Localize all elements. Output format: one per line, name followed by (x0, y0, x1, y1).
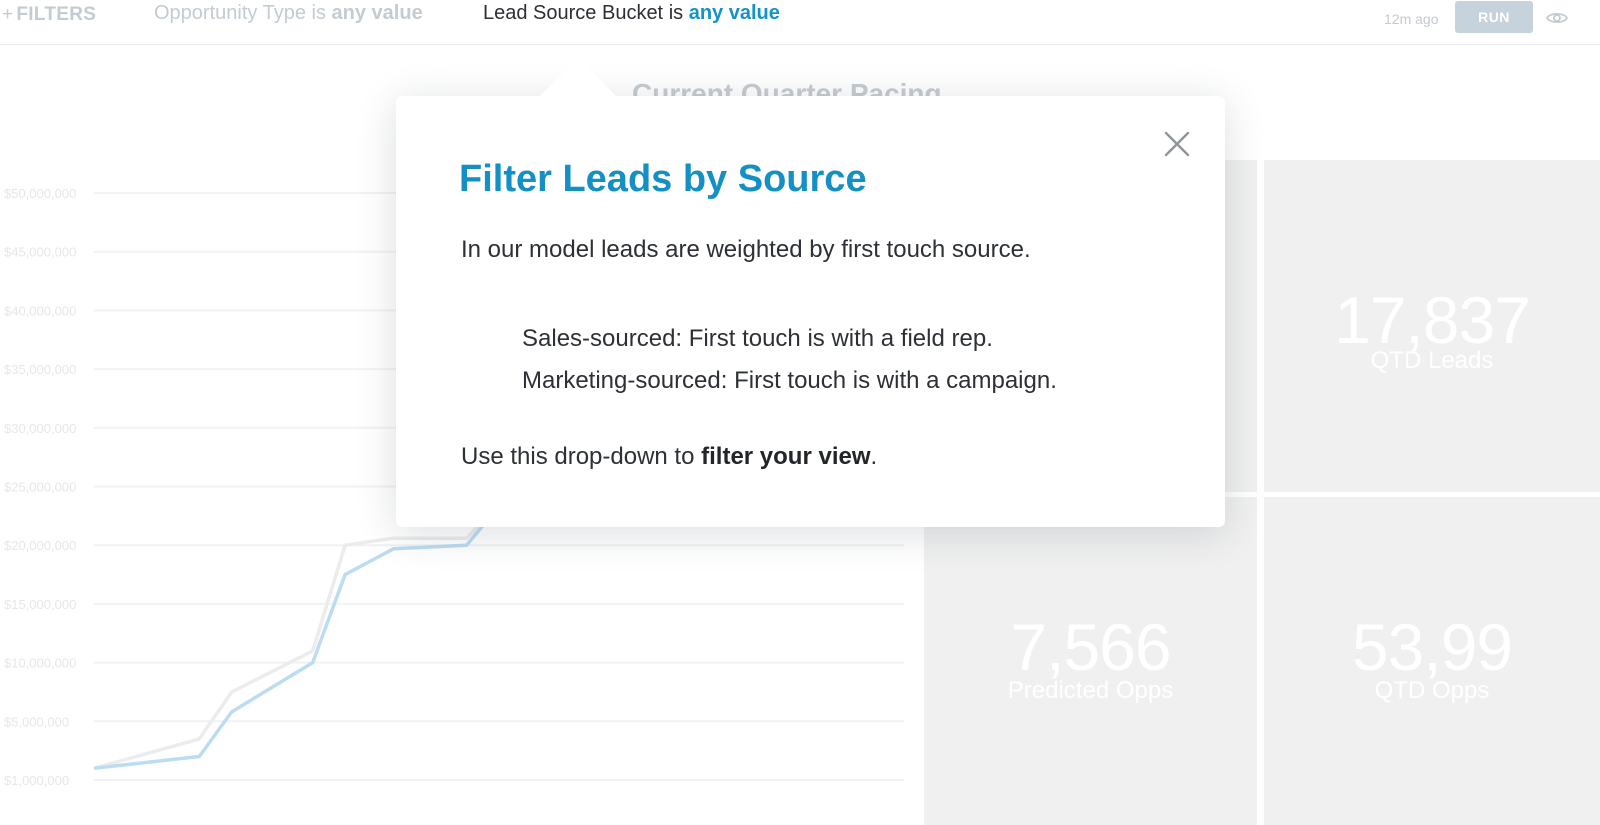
run-button[interactable]: RUN (1455, 1, 1533, 33)
metric-tile-qtd-leads: 17,837 QTD Leads (1264, 160, 1600, 492)
y-tick-label: $5,000,000 (4, 714, 69, 729)
add-filters-label: FILTERS (16, 4, 97, 25)
filter-value[interactable]: any value (332, 2, 423, 24)
filter-bar: + FILTERS Opportunity Type is any value L… (0, 0, 1600, 45)
y-tick-label: $1,000,000 (4, 773, 69, 788)
series-line (93, 485, 517, 770)
filter-value[interactable]: any value (689, 2, 780, 24)
close-icon[interactable] (1162, 129, 1192, 159)
series-line (93, 485, 517, 771)
filter-info-modal: Filter Leads by Source In our model lead… (396, 58, 1225, 527)
last-updated: 12m ago (1384, 11, 1439, 27)
filter-field: Opportunity Type (154, 2, 306, 24)
tile-label: Predicted Opps (1007, 677, 1174, 704)
modal-title: Filter Leads by Source (459, 158, 867, 200)
tile-value: 7,566 (1010, 610, 1171, 684)
plus-icon: + (2, 4, 14, 25)
modal-footer-text: Use this drop-down to filter your view. (461, 443, 877, 471)
source-definitions: Sales-sourced: First touch is with a fie… (522, 318, 1057, 402)
filter-operator: is (668, 2, 684, 24)
modal-pointer-arrow (540, 58, 616, 96)
y-tick-label: $30,000,000 (4, 421, 76, 436)
metric-tile-predicted-opps: 7,566 Predicted Opps (924, 497, 1257, 825)
tile-label: QTD Opps (1374, 677, 1490, 704)
eye-icon[interactable] (1545, 6, 1569, 30)
y-tick-label: $20,000,000 (4, 538, 76, 553)
y-tick-label: $25,000,000 (4, 480, 76, 495)
y-tick-label: $35,000,000 (4, 362, 76, 377)
metric-tile-qtd-opps: 53,99 QTD Opps (1264, 497, 1600, 825)
footer-prefix: Use this drop-down to (461, 443, 702, 470)
y-tick-label: $45,000,000 (4, 245, 76, 260)
y-tick-label: $10,000,000 (4, 656, 76, 671)
list-item: Sales-sourced: First touch is with a fie… (522, 325, 993, 352)
modal-intro-text: In our model leads are weighted by first… (461, 236, 1031, 263)
filter-operator: is (311, 2, 326, 24)
tile-label: QTD Leads (1370, 347, 1494, 374)
footer-suffix: . (870, 443, 878, 470)
filter-field: Lead Source Bucket (483, 2, 664, 24)
y-tick-label: $40,000,000 (4, 303, 76, 318)
y-tick-label: $15,000,000 (4, 597, 76, 612)
list-item: Marketing-sourced: First touch is with a… (522, 367, 1057, 394)
footer-bold-text: filter your view (701, 443, 871, 470)
filter-lead-source-bucket[interactable]: Lead Source Bucket is any value (483, 2, 780, 25)
tile-value: 53,99 (1351, 610, 1513, 684)
add-filters-button[interactable]: + FILTERS (2, 4, 96, 26)
filter-opportunity-type[interactable]: Opportunity Type is any value (154, 2, 423, 25)
y-tick-label: $50,000,000 (4, 186, 76, 201)
